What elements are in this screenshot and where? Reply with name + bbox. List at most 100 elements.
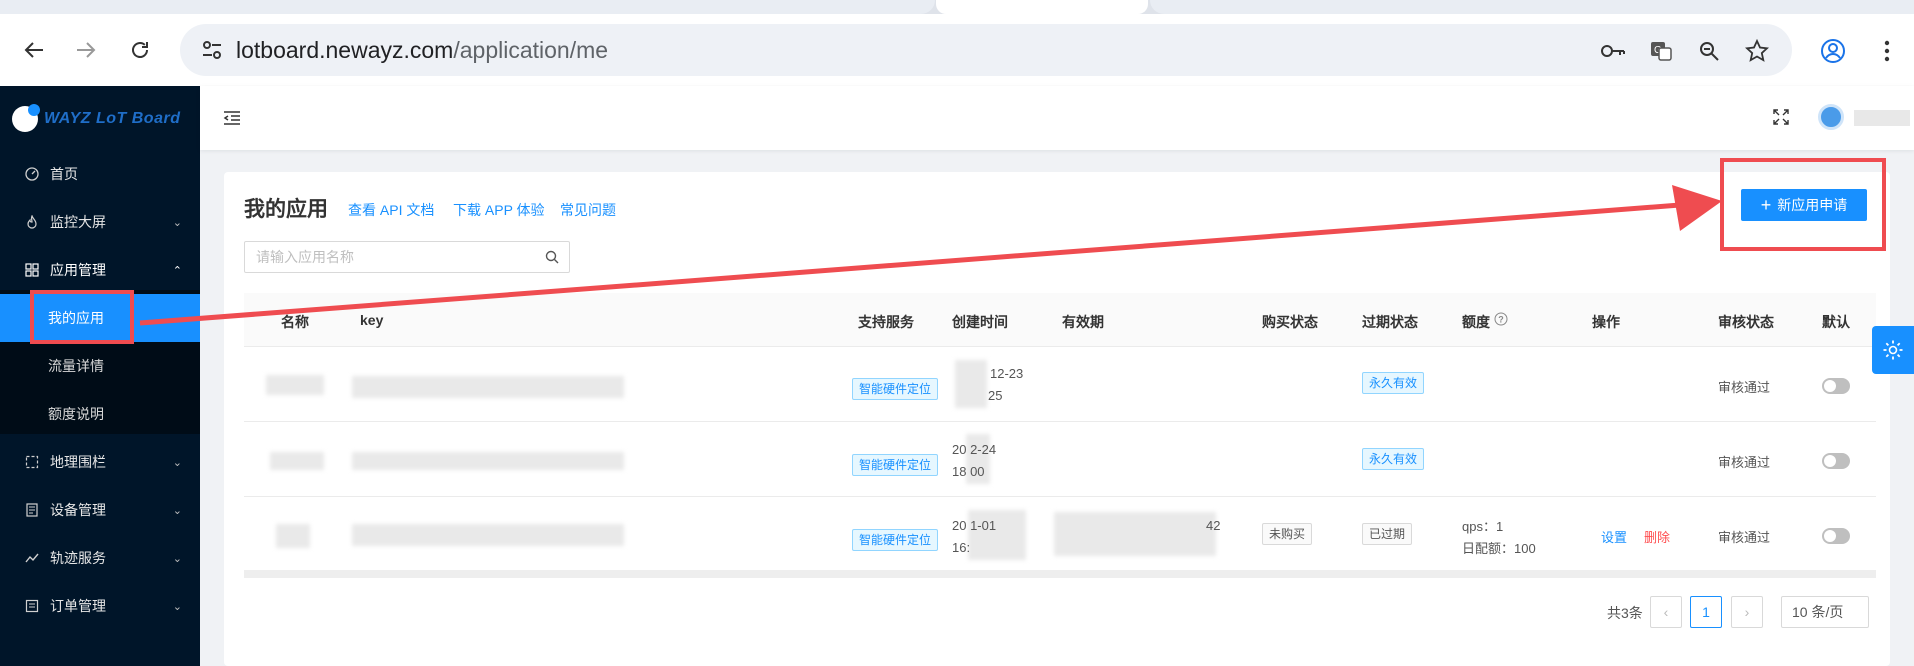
sidebar-item-label: 订单管理 bbox=[50, 598, 106, 614]
quota-qps: qps：1 bbox=[1462, 519, 1504, 534]
profile-icon[interactable] bbox=[1818, 36, 1848, 66]
chevron-down-icon: ⌄ bbox=[172, 552, 182, 565]
chevron-up-icon: ⌃ bbox=[172, 264, 182, 277]
redacted-key bbox=[352, 524, 624, 546]
back-icon[interactable] bbox=[14, 30, 54, 70]
browser-tab-inactive[interactable] bbox=[0, 0, 935, 14]
review-status: 审核通过 bbox=[1718, 380, 1771, 395]
annotation-box bbox=[30, 290, 134, 344]
redacted-validity bbox=[1054, 512, 1216, 556]
order-icon bbox=[24, 598, 40, 614]
track-icon bbox=[24, 550, 40, 566]
sidebar-item-devices[interactable]: 设备管理 ⌄ bbox=[0, 486, 200, 534]
dashboard-icon bbox=[24, 166, 40, 182]
menu-fold-icon[interactable] bbox=[222, 108, 242, 128]
app-search[interactable] bbox=[244, 241, 570, 273]
page-size-select[interactable]: 10 条/页 bbox=[1781, 596, 1869, 628]
sidebar-item-orders[interactable]: 订单管理 ⌄ bbox=[0, 582, 200, 630]
default-toggle[interactable] bbox=[1822, 528, 1850, 544]
created-time: 20 1-01 bbox=[952, 518, 997, 533]
expire-status-tag: 永久有效 bbox=[1362, 372, 1425, 394]
zoom-icon[interactable] bbox=[1694, 36, 1724, 66]
translate-icon[interactable]: G bbox=[1646, 36, 1676, 66]
logo-text: WAYZ LoT Board bbox=[44, 110, 181, 127]
device-icon bbox=[24, 502, 40, 518]
column-header-purchase-status: 购买状态 bbox=[1262, 314, 1318, 330]
column-header-key: key bbox=[360, 312, 384, 328]
column-header-created: 创建时间 bbox=[952, 314, 1008, 330]
sidebar-item-label: 设备管理 bbox=[50, 502, 106, 518]
bookmark-star-icon[interactable] bbox=[1742, 36, 1772, 66]
sidebar-item-app-management[interactable]: 应用管理 ⌃ bbox=[0, 246, 200, 294]
redacted-date bbox=[955, 360, 987, 408]
page-number-button[interactable]: 1 bbox=[1690, 596, 1722, 628]
column-header-default: 默认 bbox=[1822, 314, 1850, 330]
redacted-name bbox=[270, 452, 324, 470]
logo[interactable]: WAYZ LoT Board bbox=[12, 104, 180, 134]
column-header-quota: 额度 bbox=[1462, 314, 1490, 330]
table-header bbox=[244, 293, 1876, 347]
sidebar-subitem-quota[interactable]: 额度说明 bbox=[0, 390, 200, 438]
settings-drawer-button[interactable] bbox=[1872, 326, 1914, 374]
created-time: 18 00 bbox=[952, 464, 985, 479]
sidebar-item-home[interactable]: 首页 bbox=[0, 150, 200, 198]
sidebar-item-monitor[interactable]: 监控大屏 ⌄ bbox=[0, 198, 200, 246]
key-icon[interactable] bbox=[1598, 36, 1628, 66]
reload-icon[interactable] bbox=[120, 30, 160, 70]
sidebar-item-label: 地理围栏 bbox=[50, 454, 106, 470]
forward-icon[interactable] bbox=[66, 30, 106, 70]
url-text[interactable]: lotboard.newayz.com/application/me bbox=[236, 36, 608, 64]
sidebar-item-geofence[interactable]: 地理围栏 ⌄ bbox=[0, 438, 200, 486]
avatar[interactable] bbox=[1818, 104, 1844, 130]
chevron-down-icon: ⌄ bbox=[172, 216, 182, 229]
sidebar-item-label: 首页 bbox=[50, 166, 78, 182]
search-icon[interactable] bbox=[545, 250, 559, 264]
prev-page-button[interactable]: ‹ bbox=[1650, 596, 1682, 628]
redacted-name bbox=[266, 375, 324, 395]
svg-text:?: ? bbox=[1498, 315, 1504, 325]
chevron-down-icon: ⌄ bbox=[172, 456, 182, 469]
quota-daily: 日配额：100 bbox=[1462, 541, 1536, 556]
column-header-review: 审核状态 bbox=[1718, 314, 1774, 330]
column-header-validity: 有效期 bbox=[1062, 314, 1104, 330]
created-time: 16: bbox=[952, 540, 971, 555]
service-tag: 智能硬件定位 bbox=[852, 454, 939, 476]
settings-link[interactable]: 设置 bbox=[1601, 527, 1627, 546]
sidebar-subitem-label: 额度说明 bbox=[48, 406, 104, 422]
sidebar-subitem-traffic[interactable]: 流量详情 bbox=[0, 342, 200, 390]
fullscreen-icon[interactable] bbox=[1772, 108, 1792, 128]
created-time: 25 bbox=[988, 388, 1003, 403]
redacted-key bbox=[352, 452, 624, 470]
next-page-button[interactable]: › bbox=[1731, 596, 1763, 628]
browser-tab-active[interactable] bbox=[936, 0, 1148, 14]
chevron-down-icon: ⌄ bbox=[172, 504, 182, 517]
service-tag: 智能硬件定位 bbox=[852, 529, 939, 551]
search-input[interactable] bbox=[245, 242, 525, 272]
site-settings-icon[interactable] bbox=[198, 36, 226, 64]
column-header-name: 名称 bbox=[281, 314, 309, 330]
menu-kebab-icon[interactable] bbox=[1872, 36, 1902, 66]
annotation-box bbox=[1720, 158, 1886, 251]
sidebar-item-label: 应用管理 bbox=[50, 262, 106, 278]
purchase-status-tag: 未购买 bbox=[1262, 523, 1313, 545]
sidebar-item-label: 监控大屏 bbox=[50, 214, 106, 230]
user-name-redacted[interactable] bbox=[1854, 110, 1910, 126]
fire-icon bbox=[24, 214, 40, 230]
default-toggle[interactable] bbox=[1822, 453, 1850, 469]
chevron-down-icon: ⌄ bbox=[172, 600, 182, 613]
download-app-link[interactable]: 下载 APP 体验 bbox=[453, 200, 545, 220]
sidebar-item-track[interactable]: 轨迹服务 ⌄ bbox=[0, 534, 200, 582]
api-docs-link[interactable]: 查看 API 文档 bbox=[348, 200, 434, 220]
review-status: 审核通过 bbox=[1718, 455, 1771, 470]
url-path: /application/me bbox=[453, 37, 609, 63]
horizontal-scrollbar[interactable] bbox=[244, 570, 1876, 578]
question-circle-icon[interactable]: ? bbox=[1494, 312, 1508, 329]
default-toggle[interactable] bbox=[1822, 378, 1850, 394]
browser-tab-inactive[interactable] bbox=[1150, 0, 1914, 14]
expire-status-tag: 永久有效 bbox=[1362, 448, 1425, 470]
logo-mark bbox=[12, 104, 40, 132]
validity-period: 42 bbox=[1206, 518, 1221, 533]
faq-link[interactable]: 常见问题 bbox=[560, 200, 616, 220]
delete-link[interactable]: 删除 bbox=[1644, 527, 1670, 546]
page-title: 我的应用 bbox=[244, 198, 328, 221]
